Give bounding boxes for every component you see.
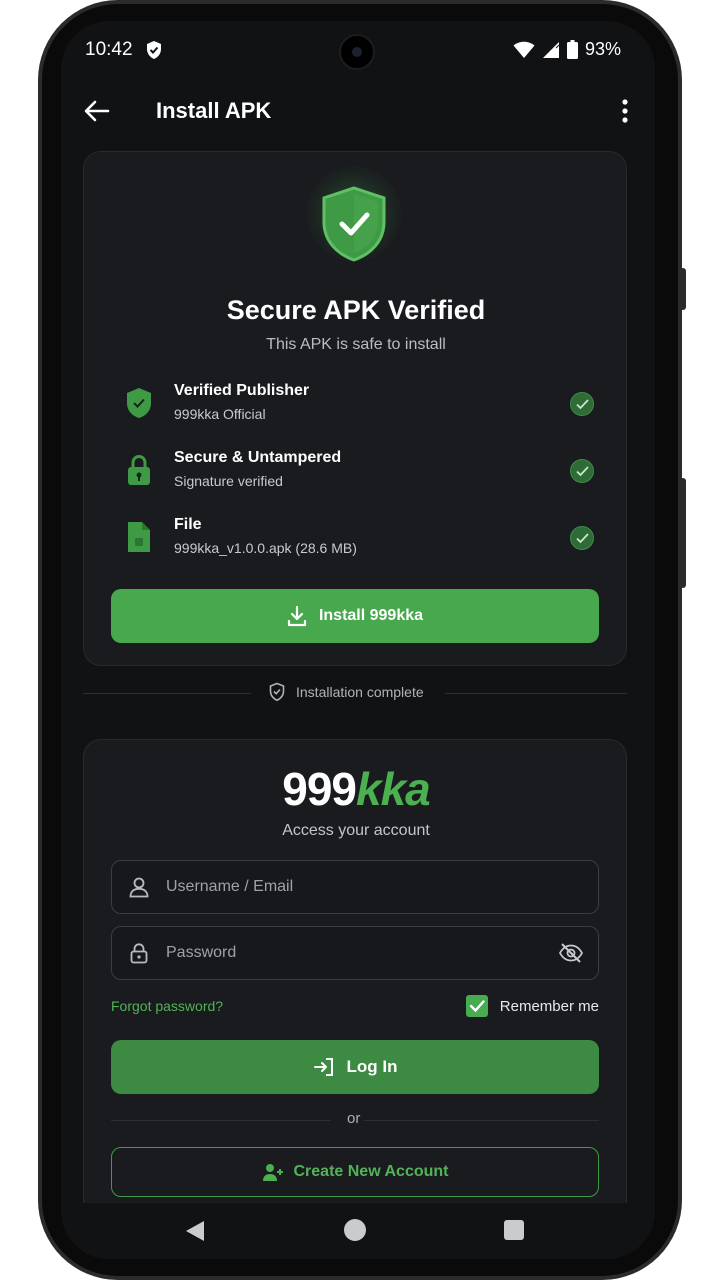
shield-check-icon [322, 186, 386, 262]
password-field [111, 926, 599, 980]
username-field [111, 860, 599, 914]
volume-button [680, 268, 686, 310]
install-button[interactable]: Install 999kka [111, 589, 599, 643]
remember-label: Remember me [499, 997, 599, 1015]
wifi-icon [513, 41, 535, 58]
login-label: Log In [346, 1057, 398, 1076]
lock-icon [130, 943, 148, 964]
installation-divider: Installation complete [83, 682, 627, 706]
forgot-password-link[interactable]: Forgot password? [111, 998, 223, 1014]
row-detail: Signature verified [174, 473, 283, 489]
nav-recents-button[interactable] [504, 1220, 524, 1240]
check-circle-icon [570, 526, 594, 550]
row-title: Secure & Untampered [174, 449, 342, 466]
divider-text: Installation complete [296, 684, 424, 700]
check-row-file: File 999kka_v1.0.0.apk (28.6 MB) [124, 516, 594, 566]
or-text: or [347, 1110, 361, 1127]
lock-icon [128, 454, 150, 485]
check-circle-icon [570, 459, 594, 483]
status-icons: 93% [513, 39, 621, 60]
row-title: File [174, 516, 202, 533]
check-row-secure: Secure & Untampered Signature verified [124, 449, 594, 499]
battery-percent: 93% [584, 39, 621, 59]
separator-line [111, 1120, 331, 1121]
battery-icon [566, 40, 578, 59]
file-icon [128, 522, 150, 552]
create-account-button[interactable]: Create New Account [111, 1147, 599, 1197]
divider-line [445, 693, 627, 694]
login-card: 999kka Access your account Forgot passwo… [83, 739, 627, 1259]
row-detail: 999kka_v1.0.0.apk (28.6 MB) [174, 540, 357, 556]
download-icon [287, 605, 307, 627]
check-circle-icon [570, 392, 594, 416]
create-account-label: Create New Account [293, 1163, 449, 1180]
shield-outline-icon [269, 682, 285, 702]
status-bar: 10:42 93% [61, 21, 655, 81]
power-button [680, 478, 686, 588]
remember-checkbox[interactable] [465, 995, 488, 1017]
nav-back-icon[interactable] [185, 1220, 205, 1242]
username-input[interactable] [166, 861, 546, 913]
signal-icon [542, 41, 560, 58]
add-user-icon [262, 1164, 283, 1181]
shield-icon [127, 388, 151, 418]
login-icon [313, 1058, 333, 1076]
divider-label: Installation complete [268, 682, 424, 702]
more-vert-icon[interactable] [615, 95, 635, 127]
row-detail: 999kka Official [174, 406, 266, 422]
nav-home-button[interactable] [344, 1219, 366, 1241]
verified-badge [294, 166, 414, 272]
page-title: Install APK [156, 98, 272, 123]
verify-subtitle: This APK is safe to install [266, 336, 446, 353]
divider-line [83, 693, 251, 694]
shield-check-icon [147, 41, 161, 59]
app-bar: Install APK [61, 81, 655, 141]
screen: 10:42 93% Install APK Secure APK Verifie… [61, 21, 655, 1259]
login-tagline: Access your account [282, 822, 430, 839]
row-title: Verified Publisher [174, 382, 310, 399]
login-button[interactable]: Log In [111, 1040, 599, 1094]
eye-off-icon[interactable] [558, 941, 584, 965]
or-separator: or [111, 1110, 599, 1130]
back-arrow-icon[interactable] [81, 95, 113, 127]
navigation-bar [61, 1203, 655, 1259]
status-time: 10:42 [85, 39, 133, 60]
brand-logo: 999kka [282, 763, 430, 815]
verification-card: Secure APK Verified This APK is safe to … [83, 151, 627, 666]
password-input[interactable] [166, 927, 546, 979]
check-row-publisher: Verified Publisher 999kka Official [124, 382, 594, 432]
user-icon [129, 877, 149, 898]
front-camera [339, 34, 375, 70]
separator-line [364, 1120, 599, 1121]
remember-me-toggle[interactable]: Remember me [465, 995, 599, 1017]
install-label: Install 999kka [318, 607, 424, 624]
verify-title: Secure APK Verified [226, 295, 486, 325]
